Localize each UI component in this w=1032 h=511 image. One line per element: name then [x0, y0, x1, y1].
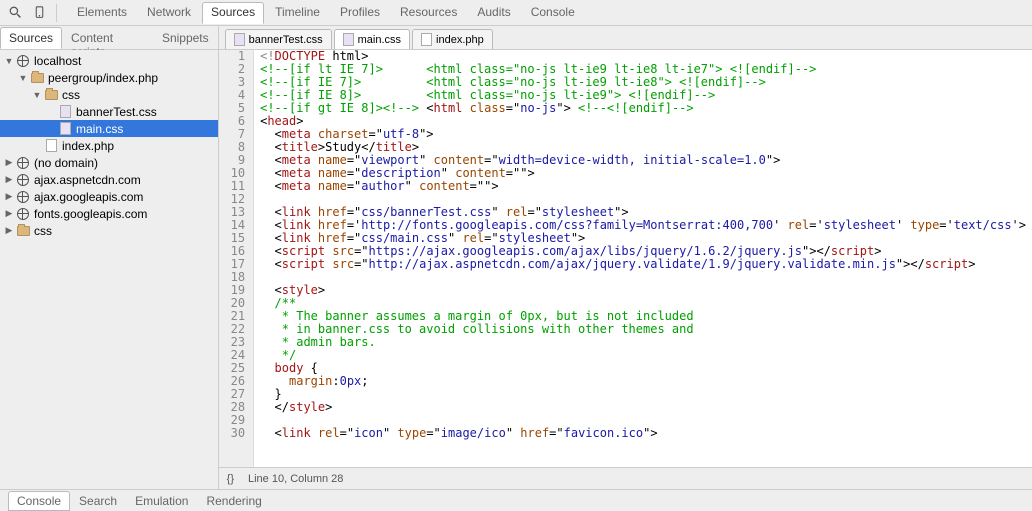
tree-toggle[interactable]: ▶: [4, 191, 14, 202]
tree-toggle[interactable]: ▶: [4, 174, 14, 185]
main-tab-timeline[interactable]: Timeline: [266, 2, 329, 24]
editor-area: bannerTest.cssmain.cssindex.php 1 2 3 4 …: [219, 26, 1032, 489]
tree-label: (no domain): [34, 156, 98, 170]
sidebar-tab-snippets[interactable]: Snippets: [153, 27, 218, 49]
sidebar: SourcesContent scriptsSnippets ▼ localhos…: [0, 26, 219, 489]
file-icon: [57, 104, 73, 119]
search-icon[interactable]: [4, 2, 26, 24]
footer-tab-console[interactable]: Console: [8, 491, 70, 511]
tree-label: css: [62, 88, 80, 102]
main-tabs: ElementsNetworkSourcesTimelineProfilesRe…: [67, 2, 585, 24]
file-icon: [57, 121, 73, 136]
tree-toggle[interactable]: ▶: [4, 157, 14, 168]
tree-item[interactable]: ▼ localhost: [0, 52, 218, 69]
tree-label: ajax.googleapis.com: [34, 190, 143, 204]
braces-icon[interactable]: {}: [227, 473, 234, 485]
globe-icon: [15, 172, 31, 187]
tree-label: fonts.googleapis.com: [34, 207, 147, 221]
main-tab-elements[interactable]: Elements: [68, 2, 136, 24]
globe-icon: [15, 155, 31, 170]
tree-label: peergroup/index.php: [48, 71, 158, 85]
tree-toggle[interactable]: ▼: [4, 56, 14, 66]
tree-item[interactable]: ▶ ajax.aspnetcdn.com: [0, 171, 218, 188]
folder-icon: [29, 70, 45, 85]
code-editor[interactable]: 1 2 3 4 5 6 7 8 9 10 11 12 13 14 15 16 1…: [219, 50, 1032, 467]
tree-item[interactable]: ▶ ajax.googleapis.com: [0, 188, 218, 205]
tree-label: ajax.aspnetcdn.com: [34, 173, 141, 187]
file-tabs: bannerTest.cssmain.cssindex.php: [219, 26, 1032, 50]
file-tab[interactable]: main.css: [334, 29, 410, 49]
tree-item[interactable]: bannerTest.css: [0, 103, 218, 120]
tree-item[interactable]: index.php: [0, 137, 218, 154]
tree-label: index.php: [62, 139, 114, 153]
sidebar-tab-sources[interactable]: Sources: [0, 27, 62, 49]
main-tab-profiles[interactable]: Profiles: [331, 2, 389, 24]
main-tab-resources[interactable]: Resources: [391, 2, 466, 24]
tree-label: localhost: [34, 54, 81, 68]
globe-icon: [15, 206, 31, 221]
main-tab-sources[interactable]: Sources: [202, 2, 264, 24]
status-bar: {} Line 10, Column 28: [219, 467, 1032, 489]
tree-label: bannerTest.css: [76, 105, 157, 119]
tree-item[interactable]: ▼ css: [0, 86, 218, 103]
tree-toggle[interactable]: ▶: [4, 208, 14, 219]
sidebar-tab-content-scripts[interactable]: Content scripts: [62, 27, 153, 49]
tree-toggle[interactable]: ▼: [18, 73, 28, 83]
separator: [56, 4, 57, 22]
tree-label: main.css: [76, 122, 123, 136]
tree-toggle[interactable]: ▶: [4, 225, 14, 236]
code-content[interactable]: <!DOCTYPE html> <!--[if lt IE 7]> <html …: [254, 50, 1032, 467]
main-toolbar: ElementsNetworkSourcesTimelineProfilesRe…: [0, 0, 1032, 26]
line-gutter: 1 2 3 4 5 6 7 8 9 10 11 12 13 14 15 16 1…: [219, 50, 254, 467]
folder-icon: [15, 223, 31, 238]
sidebar-tabs: SourcesContent scriptsSnippets: [0, 26, 218, 50]
file-tree: ▼ localhost ▼ peergroup/index.php ▼ css banner…: [0, 50, 218, 489]
file-tab[interactable]: bannerTest.css: [225, 29, 332, 49]
cursor-position: Line 10, Column 28: [248, 473, 343, 485]
footer-tab-search[interactable]: Search: [70, 491, 126, 511]
tree-item[interactable]: ▼ peergroup/index.php: [0, 69, 218, 86]
tree-item[interactable]: ▶ fonts.googleapis.com: [0, 205, 218, 222]
footer-tab-rendering[interactable]: Rendering: [197, 491, 270, 511]
tree-toggle[interactable]: ▼: [32, 90, 42, 100]
tree-item[interactable]: ▶ css: [0, 222, 218, 239]
tree-item[interactable]: ▶ (no domain): [0, 154, 218, 171]
tree-item[interactable]: main.css: [0, 120, 218, 137]
file-tab[interactable]: index.php: [412, 29, 493, 49]
globe-icon: [15, 189, 31, 204]
file-icon: [43, 138, 59, 153]
globe-icon: [15, 53, 31, 68]
footer-tab-emulation[interactable]: Emulation: [126, 491, 197, 511]
main-tab-network[interactable]: Network: [138, 2, 200, 24]
device-icon[interactable]: [28, 2, 50, 24]
footer-tabs: ConsoleSearchEmulationRendering: [0, 489, 1032, 511]
tree-label: css: [34, 224, 52, 238]
main-tab-console[interactable]: Console: [522, 2, 584, 24]
main-tab-audits[interactable]: Audits: [468, 2, 519, 24]
workspace: SourcesContent scriptsSnippets ▼ localhos…: [0, 26, 1032, 489]
folder-icon: [43, 87, 59, 102]
